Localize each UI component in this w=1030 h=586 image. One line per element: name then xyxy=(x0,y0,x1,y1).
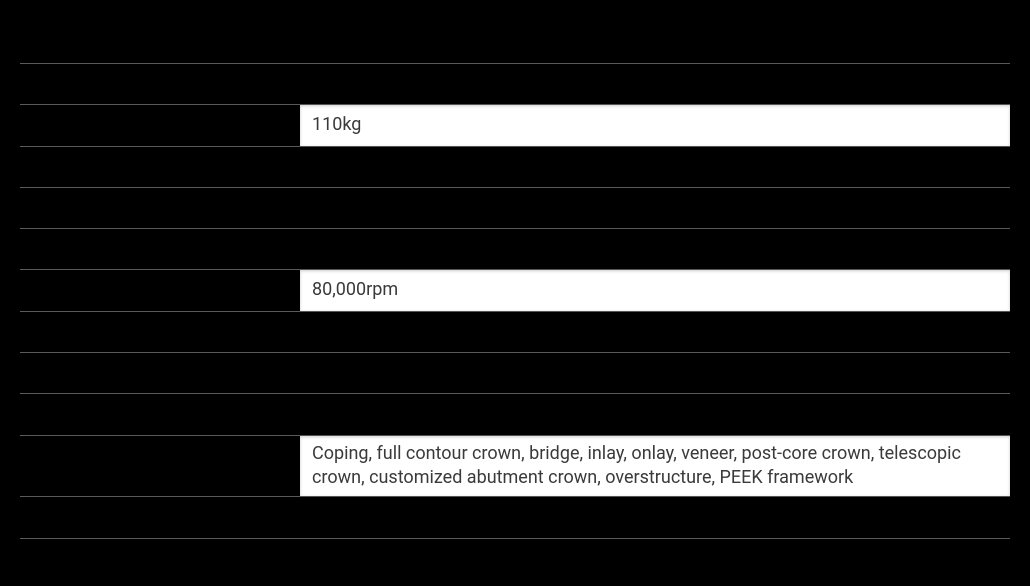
table-row: Number of axes 5 xyxy=(20,353,1010,394)
row-label: Power xyxy=(20,188,300,228)
row-value: 1.0 kW xyxy=(300,188,1010,228)
row-label: Indication xyxy=(20,446,300,486)
table-row: Cooling type Air cooling xyxy=(20,394,1010,435)
table-row: Compatible bar material up to 98mm xyxy=(20,229,1010,270)
row-label: Weight xyxy=(20,105,300,145)
spec-table: classification parameter Dimension W x D… xyxy=(20,14,1010,539)
table-row: Tool data up to 6mm xyxy=(20,312,1010,353)
row-value: Air cooling xyxy=(300,394,1010,434)
table-header-row: classification parameter xyxy=(20,14,1010,64)
table-row: Indication Coping, full contour crown, b… xyxy=(20,436,1010,498)
row-value: up to 6mm xyxy=(300,312,1010,352)
table-row: Dimension W x D x H mm xyxy=(20,64,1010,105)
table-row: Software Dedicated CAM software xyxy=(20,147,1010,188)
table-row: Spindle speed 80,000rpm xyxy=(20,270,1010,311)
table-row: Weight 110kg xyxy=(20,105,1010,146)
row-value: Dedicated CAM software xyxy=(300,147,1010,187)
row-label: Spindle speed xyxy=(20,270,300,310)
row-label: Cooling type xyxy=(20,394,300,434)
row-label: Software xyxy=(20,147,300,187)
row-value: up to 98mm xyxy=(300,229,1010,269)
row-value: W x D x H mm xyxy=(300,64,1010,104)
row-value: 110kg xyxy=(300,105,1010,145)
header-classification: classification xyxy=(20,14,300,63)
row-value: 5 xyxy=(300,353,1010,393)
table-row: Power 1.0 kW xyxy=(20,188,1010,229)
row-value: 80,000rpm xyxy=(300,270,1010,310)
row-label: Number of axes xyxy=(20,353,300,393)
table-row: Milling material Zirconia, PMMA, wax, co… xyxy=(20,497,1010,538)
row-value: Coping, full contour crown, bridge, inla… xyxy=(300,436,1010,497)
row-label: Dimension xyxy=(20,64,300,104)
header-parameter: parameter xyxy=(300,14,1010,63)
row-label: Milling material xyxy=(20,497,300,537)
row-label: Compatible bar material xyxy=(20,229,300,269)
row-value: Zirconia, PMMA, wax, composite resin, pr… xyxy=(300,497,1010,537)
row-label: Tool data xyxy=(20,312,300,352)
